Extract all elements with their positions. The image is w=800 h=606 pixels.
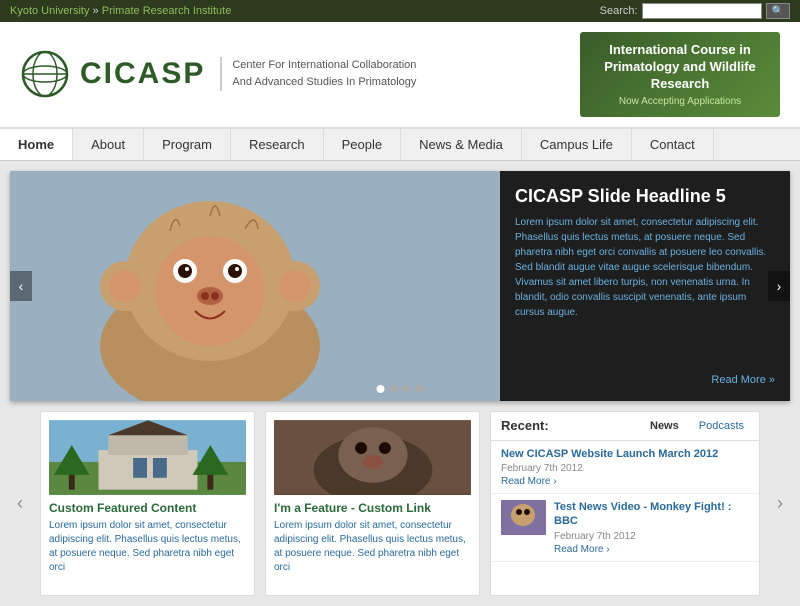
breadcrumb-pri[interactable]: Primate Research Institute bbox=[102, 5, 232, 17]
bottom-content: ‹ bbox=[10, 411, 790, 596]
breadcrumb-separator: » bbox=[93, 5, 102, 17]
breadcrumb: Kyoto University » Primate Research Inst… bbox=[10, 5, 231, 17]
slide-dot-1[interactable] bbox=[377, 385, 385, 393]
search-label: Search: bbox=[600, 5, 638, 17]
slide-nav bbox=[377, 385, 424, 393]
feature-card-1: Custom Featured Content Lorem ipsum dolo… bbox=[40, 411, 255, 596]
news-2-read-more[interactable]: Read More › bbox=[554, 544, 749, 555]
nav-item-contact[interactable]: Contact bbox=[632, 129, 714, 160]
news-item-2: Test News Video - Monkey Fight! : BBC Fe… bbox=[491, 494, 759, 562]
site-tagline: Center For International Collaboration A… bbox=[232, 57, 416, 92]
main-content: CICASP Slide Headline 5 Lorem ipsum dolo… bbox=[0, 161, 800, 606]
news-item-1: New CICASP Website Launch March 2012 Feb… bbox=[491, 441, 759, 494]
slide-dot-4[interactable] bbox=[416, 385, 424, 393]
sidebar-tab-podcasts[interactable]: Podcasts bbox=[694, 418, 749, 434]
card-2-body: Lorem ipsum dolor sit amet, consectetur … bbox=[274, 519, 471, 575]
card-1-image bbox=[49, 420, 246, 495]
nav-item-news-media[interactable]: News & Media bbox=[401, 129, 522, 160]
card-1-title[interactable]: Custom Featured Content bbox=[49, 501, 246, 515]
search-area: Search: 🔍 bbox=[600, 3, 790, 19]
nav-item-program[interactable]: Program bbox=[144, 129, 231, 160]
news-1-info: New CICASP Website Launch March 2012 Feb… bbox=[501, 447, 749, 487]
news-2-thumbnail bbox=[501, 500, 546, 535]
breadcrumb-kyoto[interactable]: Kyoto University bbox=[10, 5, 89, 17]
news-1-read-more[interactable]: Read More › bbox=[501, 476, 749, 487]
slideshow: CICASP Slide Headline 5 Lorem ipsum dolo… bbox=[10, 171, 790, 401]
news-2-info: Test News Video - Monkey Fight! : BBC Fe… bbox=[554, 500, 749, 555]
top-bar: Kyoto University » Primate Research Inst… bbox=[0, 0, 800, 22]
sidebar-title: Recent: bbox=[501, 418, 549, 433]
slide-read-more[interactable]: Read More » bbox=[711, 374, 775, 386]
banner-title: International Course in Primatology and … bbox=[595, 42, 765, 93]
slideshow-next-button[interactable]: › bbox=[768, 271, 790, 301]
nav-item-campus-life[interactable]: Campus Life bbox=[522, 129, 632, 160]
card-2-title[interactable]: I'm a Feature - Custom Link bbox=[274, 501, 471, 515]
sidebar-header: Recent: News Podcasts bbox=[491, 412, 759, 441]
news-2-date: February 7th 2012 bbox=[554, 531, 749, 542]
globe-icon bbox=[20, 49, 70, 99]
news-2-title[interactable]: Test News Video - Monkey Fight! : BBC bbox=[554, 500, 749, 529]
news-1-date: February 7th 2012 bbox=[501, 463, 749, 474]
card-1-body: Lorem ipsum dolor sit amet, consectetur … bbox=[49, 519, 246, 575]
search-button[interactable]: 🔍 bbox=[766, 3, 790, 19]
slide-background bbox=[10, 171, 500, 401]
card-2-image bbox=[274, 420, 471, 495]
search-input[interactable] bbox=[642, 3, 762, 19]
sidebar: Recent: News Podcasts New CICASP Website… bbox=[490, 411, 760, 596]
slideshow-prev-button[interactable]: ‹ bbox=[10, 271, 32, 301]
slide-text-panel: CICASP Slide Headline 5 Lorem ipsum dolo… bbox=[500, 171, 790, 401]
slide-headline: CICASP Slide Headline 5 bbox=[515, 186, 775, 207]
banner-ad[interactable]: International Course in Primatology and … bbox=[580, 32, 780, 117]
left-arrow[interactable]: ‹ bbox=[10, 493, 30, 514]
tagline-line1: Center For International Collaboration bbox=[232, 59, 416, 71]
nav-item-about[interactable]: About bbox=[73, 129, 144, 160]
sidebar-tab-news[interactable]: News bbox=[645, 418, 684, 434]
nav-item-people[interactable]: People bbox=[324, 129, 401, 160]
nav-item-research[interactable]: Research bbox=[231, 129, 324, 160]
slide-dot-2[interactable] bbox=[390, 385, 398, 393]
tagline-line2: And Advanced Studies In Primatology bbox=[232, 76, 416, 88]
header: CICASP Center For International Collabor… bbox=[0, 22, 800, 128]
right-arrow[interactable]: › bbox=[770, 493, 790, 514]
news-1-title[interactable]: New CICASP Website Launch March 2012 bbox=[501, 447, 749, 461]
site-name[interactable]: CICASP bbox=[80, 57, 222, 91]
monkey-illustration bbox=[10, 171, 500, 401]
banner-subtitle: Now Accepting Applications bbox=[595, 96, 765, 107]
feature-card-2: I'm a Feature - Custom Link Lorem ipsum … bbox=[265, 411, 480, 596]
main-nav: Home About Program Research People News … bbox=[0, 128, 800, 161]
slide-dot-3[interactable] bbox=[403, 385, 411, 393]
slide-image bbox=[10, 171, 500, 401]
nav-item-home[interactable]: Home bbox=[0, 129, 73, 160]
logo-area: CICASP Center For International Collabor… bbox=[20, 49, 416, 99]
slide-body: Lorem ipsum dolor sit amet, consectetur … bbox=[515, 215, 775, 369]
